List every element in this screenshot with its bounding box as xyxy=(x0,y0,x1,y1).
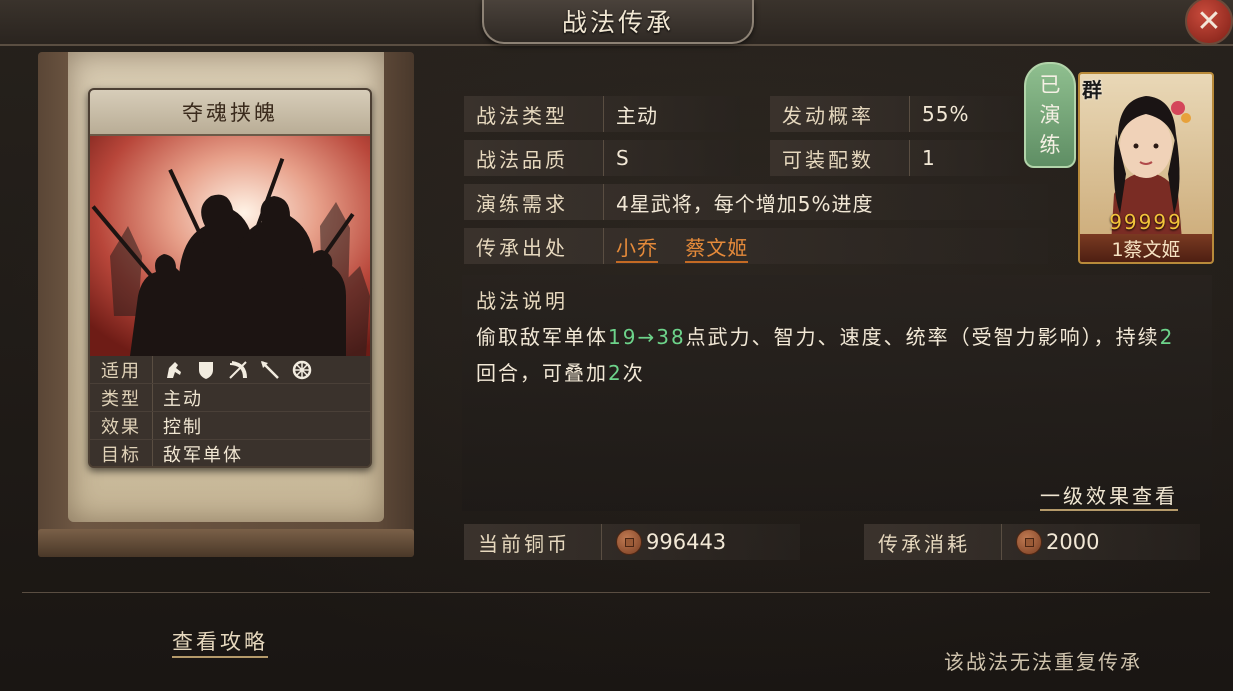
trigger-chance-row: 发动概率 55% xyxy=(770,96,1020,132)
window-title-plate: 战法传承 xyxy=(482,0,754,44)
skill-quality-row: 战法品质 S xyxy=(464,140,740,176)
practiced-badge: 已 演 练 xyxy=(1024,62,1076,168)
faction-badge: 群 xyxy=(1082,78,1102,102)
inherit-cost-row: 传承消耗 2000 xyxy=(864,524,1200,560)
desc-highlight-value: 2 xyxy=(1159,325,1175,349)
attr-row-effect: 效果 控制 xyxy=(90,412,370,440)
desc-highlight-value: 38 xyxy=(656,325,686,349)
skill-artwork xyxy=(90,136,370,356)
skill-description-text: 偷取敌军单体19→38点武力、智力、速度、统率（受智力影响），持续2回合，可叠加… xyxy=(476,319,1196,391)
general-name-plate: 1蔡文姬 xyxy=(1080,234,1212,262)
desc-highlight-value: 2 xyxy=(608,361,623,385)
attr-value-target: 敌军单体 xyxy=(163,444,243,466)
current-copper-value: 996443 xyxy=(646,530,727,554)
desc-text-part: 回合，可叠加 xyxy=(476,361,608,385)
desc-arrow: → xyxy=(637,325,657,349)
skill-type-row: 战法类型 主动 xyxy=(464,96,740,132)
footer-divider xyxy=(22,592,1210,593)
skill-description-title: 战法说明 xyxy=(476,289,568,313)
badge-char: 演 xyxy=(1039,103,1061,127)
general-name: 1蔡文姬 xyxy=(1111,238,1181,261)
copper-coin-icon xyxy=(1016,529,1042,555)
inherit-origin-row: 传承出处 小乔 蔡文姬 xyxy=(464,228,1048,264)
attr-row-unit: 适用 xyxy=(90,356,370,384)
desc-text-part: 偷取敌军单体 xyxy=(476,325,608,349)
attr-key-type: 类型 xyxy=(90,384,153,411)
attr-value-effect: 控制 xyxy=(163,416,203,438)
attr-value-type: 主动 xyxy=(163,388,203,410)
general-stars: 99999 xyxy=(1109,210,1183,234)
trigger-chance-value: 55% xyxy=(922,102,970,126)
skill-type-label: 战法类型 xyxy=(464,96,604,132)
close-icon: ✕ xyxy=(1196,3,1222,39)
inherit-origin-label: 传承出处 xyxy=(464,228,604,264)
cavalry-icon xyxy=(163,359,185,381)
window-title: 战法传承 xyxy=(561,8,674,37)
desc-highlight-value: 19 xyxy=(608,325,638,349)
desc-text-part: 点武力、智力、速度、统率（受智力影响），持续 xyxy=(685,325,1160,349)
copper-coin-icon xyxy=(616,529,642,555)
spear-icon xyxy=(259,359,281,381)
skill-name: 夺魂挟魄 xyxy=(182,101,278,125)
inherit-cost-label: 传承消耗 xyxy=(864,524,1002,560)
current-copper-label: 当前铜币 xyxy=(464,524,602,560)
skill-type-value: 主动 xyxy=(616,103,658,128)
badge-char: 已 xyxy=(1039,73,1061,97)
skill-description-panel: 战法说明 偷取敌军单体19→38点武力、智力、速度、统率（受智力影响），持续2回… xyxy=(462,275,1212,511)
attr-key-target: 目标 xyxy=(90,440,153,466)
general-portrait-card[interactable]: 群 99999 1蔡文姬 xyxy=(1078,72,1214,264)
skill-attribute-table: 适用 类型 主动 效果 控制 目标 敌军单体 xyxy=(90,356,370,466)
practice-requirement-label: 演练需求 xyxy=(464,184,604,220)
cannot-repeat-note: 该战法无法重复传承 xyxy=(944,650,1142,674)
shield-icon xyxy=(195,359,217,381)
chariot-icon xyxy=(291,359,313,381)
view-guide-link[interactable]: 查看攻略 xyxy=(172,626,268,658)
origin-link-caiwenji[interactable]: 蔡文姬 xyxy=(685,235,749,263)
equip-count-row: 可装配数 1 xyxy=(770,140,1020,176)
current-copper-row: 当前铜币 996443 xyxy=(464,524,800,560)
trigger-chance-label: 发动概率 xyxy=(770,96,910,132)
attr-row-type: 类型 主动 xyxy=(90,384,370,412)
equip-count-value: 1 xyxy=(922,146,936,170)
inherit-cost-value: 2000 xyxy=(1046,530,1100,554)
badge-char: 练 xyxy=(1039,133,1061,157)
attr-key-unit: 适用 xyxy=(90,356,153,383)
skill-name-plate: 夺魂挟魄 xyxy=(90,90,370,136)
equip-count-label: 可装配数 xyxy=(770,140,910,176)
level-one-effect-link[interactable]: 一级效果查看 xyxy=(1040,480,1178,511)
practice-requirement-value: 4星武将，每个增加5%进度 xyxy=(616,191,874,216)
desc-text-part: 次 xyxy=(622,361,645,385)
attr-row-target: 目标 敌军单体 xyxy=(90,440,370,466)
practice-requirement-row: 演练需求 4星武将，每个增加5%进度 xyxy=(464,184,1048,220)
bow-icon xyxy=(227,359,249,381)
skill-quality-value: S xyxy=(616,146,630,170)
skill-quality-label: 战法品质 xyxy=(464,140,604,176)
origin-link-xiaoqiao[interactable]: 小乔 xyxy=(616,235,658,263)
skill-card: 夺魂挟魄 适用 类型 主动 效果 控制 目标 敌军单体 xyxy=(88,88,372,468)
scroll-rod xyxy=(38,529,414,557)
attr-key-effect: 效果 xyxy=(90,412,153,439)
